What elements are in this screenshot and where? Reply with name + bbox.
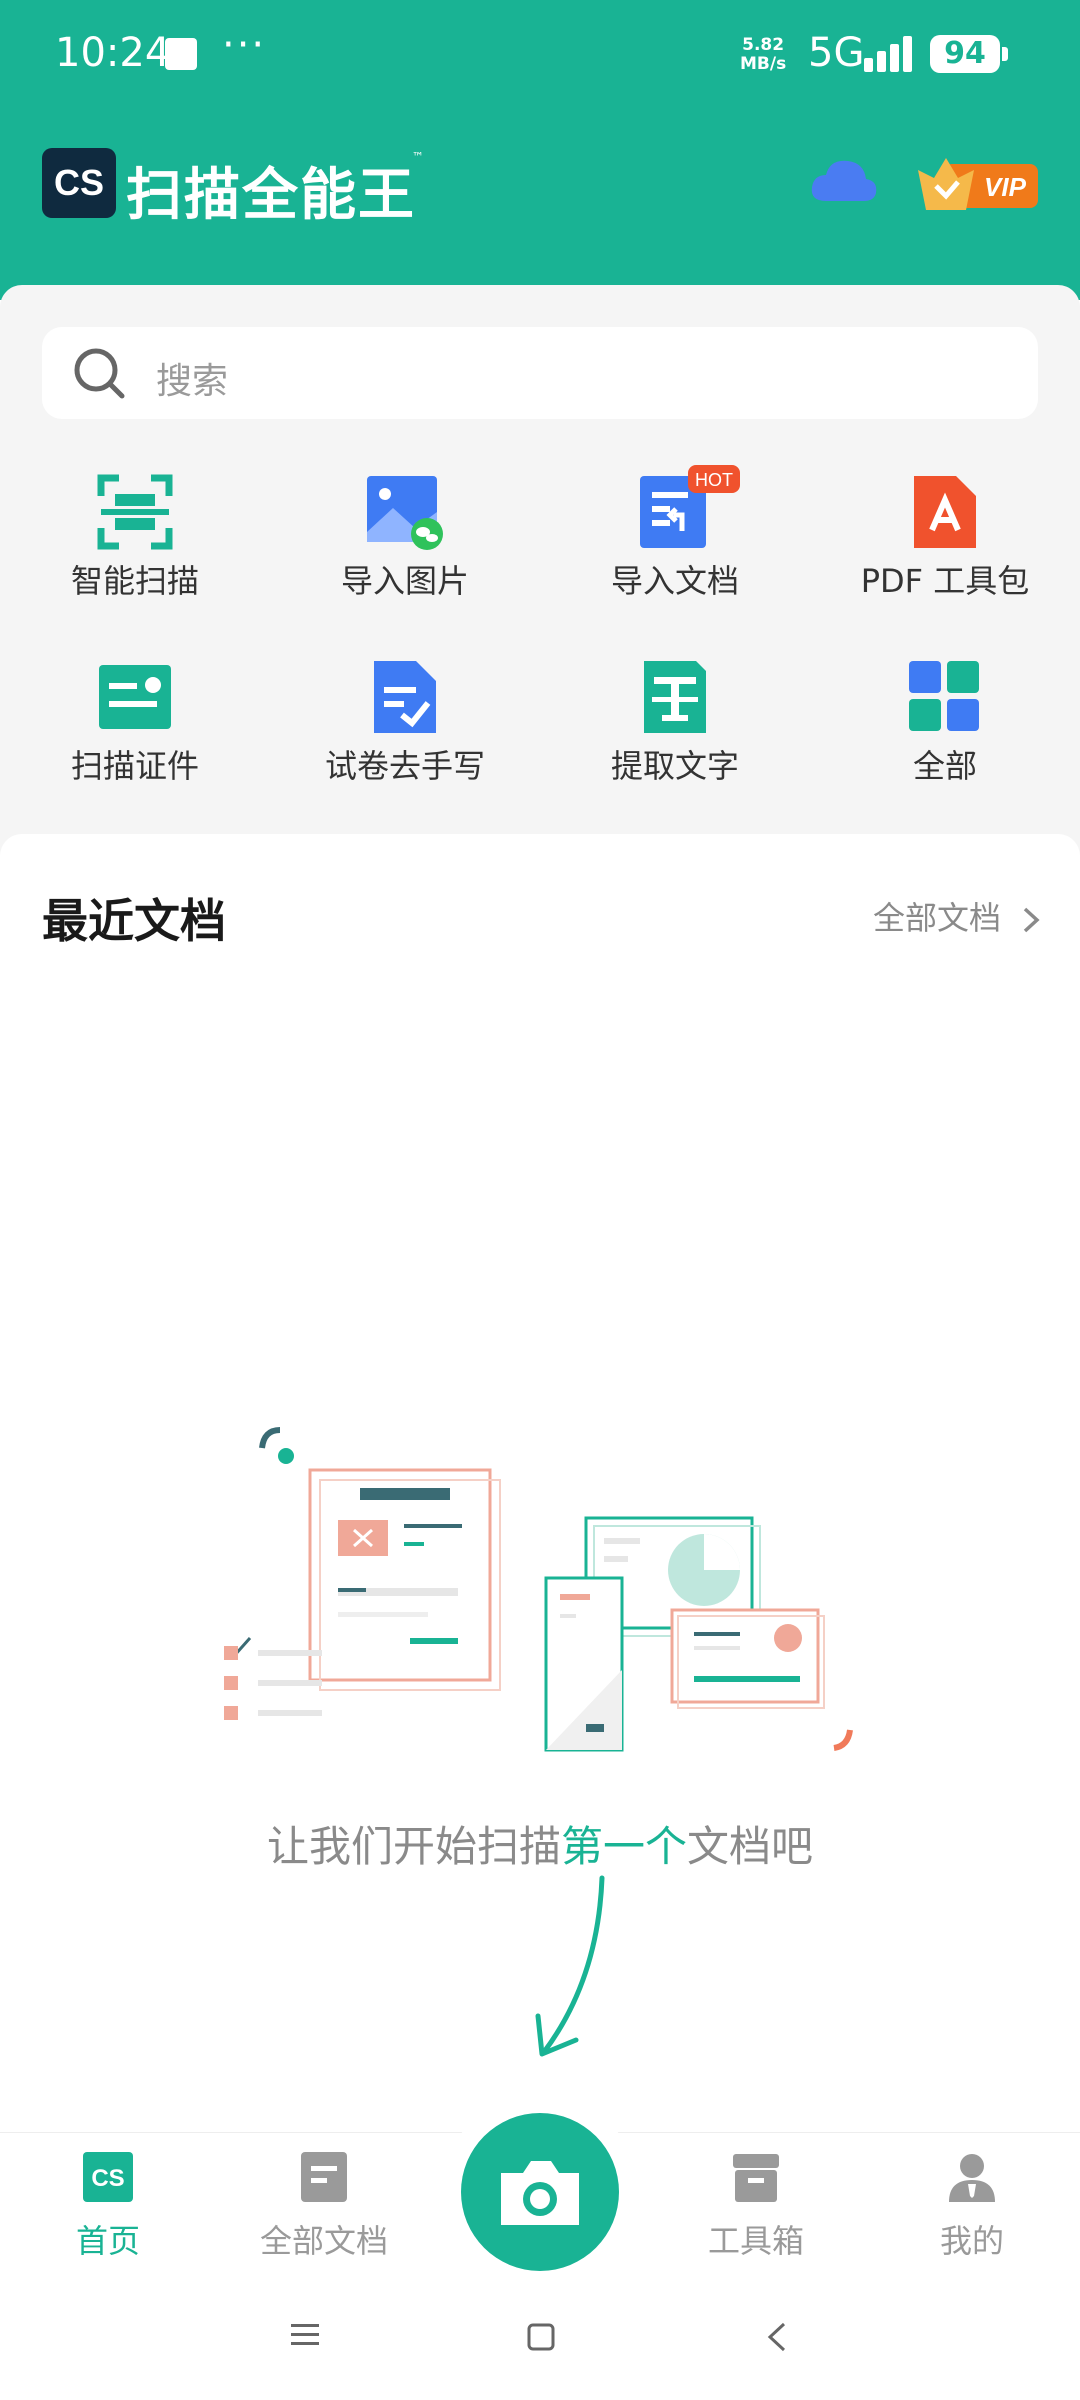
all-documents-link-label: 全部文档 <box>873 899 1002 937</box>
recent-documents-title: 最近文档 <box>42 894 226 948</box>
tool-label: 全部 <box>912 747 977 785</box>
network-speed-unit: MB/s <box>740 54 787 74</box>
remove-handwriting-icon <box>374 661 436 733</box>
app-title: 扫描全能王 <box>126 163 416 228</box>
tool-pdf-toolkit[interactable]: PDF 工具包 <box>810 472 1080 602</box>
tool-id-scan[interactable]: 扫描证件 <box>0 657 270 787</box>
home-cs-icon: CS <box>83 2152 133 2202</box>
tool-label: 智能扫描 <box>70 562 199 600</box>
nav-label: 首页 <box>75 2222 140 2260</box>
import-document-icon: HOT <box>640 465 740 548</box>
tool-label: 提取文字 <box>610 747 739 785</box>
extract-text-icon <box>644 661 706 733</box>
network-type: 5G <box>808 30 865 76</box>
app-logo: CS <box>42 148 116 218</box>
empty-state-illustration <box>224 1427 853 1752</box>
camera-icon <box>501 2161 579 2225</box>
camera-scan-button[interactable] <box>461 2113 619 2271</box>
pdf-toolkit-icon <box>914 476 976 548</box>
smart-scan-icon <box>97 474 173 550</box>
tool-label: 导入图片 <box>340 562 469 600</box>
tool-extract-text[interactable]: 提取文字 <box>540 657 810 787</box>
network-speed: 5.82 MB/s <box>740 36 786 74</box>
nav-profile[interactable]: 我的 <box>864 2150 1080 2262</box>
nav-home[interactable]: CS 首页 <box>0 2150 216 2262</box>
document-icon <box>301 2152 347 2202</box>
tool-label: 导入文档 <box>610 562 739 600</box>
nav-all-documents[interactable]: 全部文档 <box>216 2150 432 2262</box>
menu-icon[interactable] <box>290 2322 320 2348</box>
tool-all[interactable]: 全部 <box>810 657 1080 787</box>
nav-label: 全部文档 <box>259 2222 388 2260</box>
tool-label: 扫描证件 <box>70 747 199 785</box>
id-scan-icon <box>99 665 171 729</box>
all-tools-icon <box>909 661 979 731</box>
tool-smart-scan[interactable]: 智能扫描 <box>0 472 270 602</box>
tool-import-image[interactable]: 导入图片 <box>270 472 540 602</box>
battery-indicator: 94 <box>930 35 1000 73</box>
nav-toolbox[interactable]: 工具箱 <box>648 2150 864 2262</box>
tool-label: 试卷去手写 <box>324 747 485 785</box>
hot-badge: HOT <box>695 470 733 490</box>
vip-crown-icon[interactable]: VIP <box>914 150 1040 214</box>
tool-remove-handwriting[interactable]: 试卷去手写 <box>270 657 540 787</box>
trademark: ™ <box>412 150 424 164</box>
back-icon[interactable] <box>764 2320 790 2354</box>
battery-tip <box>1002 47 1008 61</box>
empty-message-highlight: 第一个 <box>560 1822 687 1871</box>
all-documents-link[interactable]: 全部文档 <box>873 893 1045 939</box>
status-more-dots: ··· <box>222 22 267 68</box>
profile-icon <box>949 2154 995 2202</box>
cloud-icon[interactable] <box>810 155 878 205</box>
search-placeholder: 搜索 <box>156 361 229 402</box>
tool-label: PDF 工具包 <box>860 562 1030 600</box>
arrow-to-camera-icon <box>535 1875 605 2057</box>
status-time: 10:24 <box>55 30 171 76</box>
home-button-icon[interactable] <box>526 2322 556 2352</box>
toolbox-icon <box>733 2154 779 2202</box>
empty-state-message: 让我们开始扫描第一个文档吧 <box>0 1813 1080 1874</box>
empty-message-end: 文档吧 <box>687 1822 814 1871</box>
notification-icon <box>165 38 197 70</box>
nav-label: 我的 <box>939 2222 1004 2260</box>
empty-message-start: 让我们开始扫描 <box>266 1822 561 1871</box>
search-icon <box>74 348 125 399</box>
import-image-icon <box>367 476 443 550</box>
signal-icon <box>864 36 912 72</box>
tool-import-document[interactable]: HOT 导入文档 <box>540 465 810 602</box>
home-icon-text: CS <box>91 2165 124 2192</box>
vip-label: VIP <box>984 172 1027 202</box>
network-speed-value: 5.82 <box>742 35 785 55</box>
chevron-right-icon <box>1024 907 1040 933</box>
nav-label: 工具箱 <box>707 2222 804 2260</box>
